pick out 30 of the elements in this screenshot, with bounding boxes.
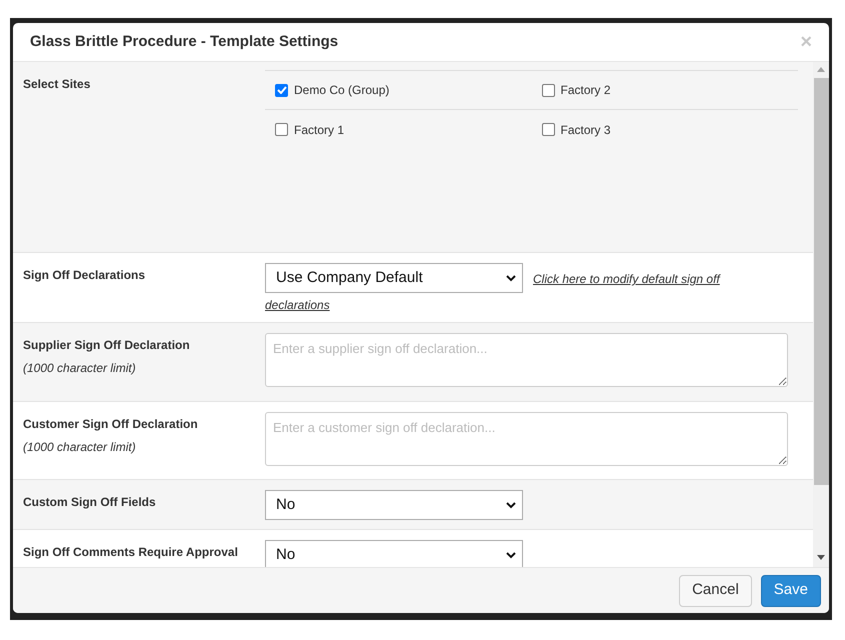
site-checkbox[interactable]: Factory 3 — [542, 120, 611, 138]
save-button[interactable]: Save — [760, 574, 821, 606]
declaration-textarea[interactable]: Enter a customer sign off declaration... — [265, 412, 788, 466]
field-note: (1000 character limit) — [23, 439, 136, 456]
field-label: Custom Sign Off Fields — [23, 494, 156, 511]
scroll-up-icon[interactable] — [817, 67, 825, 72]
site-checkbox[interactable]: Factory 2 — [542, 81, 611, 99]
declaration-textarea[interactable]: Enter a supplier sign off declaration... — [265, 333, 788, 387]
field-label: Customer Sign Off Declaration — [23, 416, 198, 433]
site-checkbox[interactable]: Demo Co (Group) — [275, 81, 390, 99]
scrollbar[interactable] — [813, 62, 829, 567]
site-checkbox[interactable]: Factory 1 — [275, 120, 344, 138]
chevron-down-icon — [506, 275, 516, 282]
field-note: (1000 character limit) — [23, 360, 136, 377]
field-label: Select Sites — [23, 76, 90, 93]
dropdown[interactable]: No — [265, 490, 523, 520]
field-label: Sign Off Comments Require Approval — [23, 544, 238, 561]
dialog-title: Glass Brittle Procedure - Template Settings — [30, 32, 338, 52]
modify-declarations-link[interactable]: Click here to modify default sign off — [533, 272, 720, 286]
dropdown[interactable]: No — [265, 540, 523, 567]
cancel-button[interactable]: Cancel — [679, 574, 752, 606]
field-label: Supplier Sign Off Declaration — [23, 337, 190, 354]
chevron-down-icon — [506, 502, 516, 509]
scroll-down-icon[interactable] — [817, 555, 825, 560]
modify-declarations-link[interactable]: declarations — [265, 296, 330, 314]
checkmark-icon — [276, 86, 286, 94]
chevron-down-icon — [506, 552, 516, 559]
field-label: Sign Off Declarations — [23, 267, 146, 284]
dropdown[interactable]: Use Company Default — [265, 263, 523, 293]
scrollbar-thumb[interactable] — [814, 78, 828, 485]
